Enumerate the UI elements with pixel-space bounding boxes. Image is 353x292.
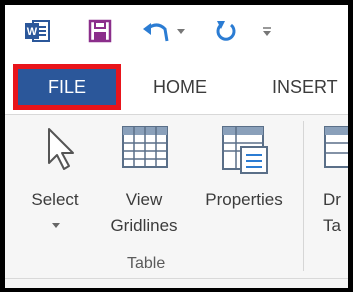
table-label-partial: Ta xyxy=(323,216,341,235)
tab-home[interactable]: HOME xyxy=(153,73,207,101)
properties-label: Properties xyxy=(205,190,283,209)
select-button[interactable]: Select xyxy=(25,115,87,245)
word-window: W FILE HOME INSERT Select View Gridlines… xyxy=(5,5,348,288)
word-icon[interactable]: W xyxy=(25,19,51,43)
cursor-arrow-icon xyxy=(45,125,77,178)
draw-label: Dr xyxy=(323,190,341,209)
ribbon-bottom-border xyxy=(5,278,348,279)
quick-access-toolbar: W xyxy=(5,5,348,55)
undo-icon[interactable] xyxy=(141,19,171,43)
view-gridlines-button[interactable]: View Gridlines xyxy=(101,115,187,245)
draw-table-icon xyxy=(323,125,348,174)
ribbon-panel: Select View Gridlines Properties Dr Ta T… xyxy=(5,114,348,288)
customize-dropdown-icon[interactable] xyxy=(261,19,273,43)
select-dropdown-icon xyxy=(49,215,63,243)
ribbon-tabs: FILE HOME INSERT xyxy=(5,60,348,114)
gridlines-icon xyxy=(121,125,169,174)
gridlines-label: Gridlines xyxy=(110,216,178,235)
tab-insert[interactable]: INSERT xyxy=(272,73,338,101)
group-separator xyxy=(303,121,304,271)
undo-dropdown-icon[interactable] xyxy=(175,19,187,43)
select-label: Select xyxy=(31,190,79,209)
properties-button[interactable]: Properties xyxy=(195,115,293,245)
tab-insert-label: INSERT xyxy=(272,76,338,97)
tab-home-label: HOME xyxy=(153,76,207,97)
table-group-label: Table xyxy=(127,255,166,272)
draw-table-button[interactable]: Dr Ta xyxy=(315,115,348,245)
repeat-icon[interactable] xyxy=(213,19,239,43)
svg-text:W: W xyxy=(27,26,38,38)
table-properties-icon xyxy=(221,125,269,180)
view-label: View xyxy=(125,190,163,209)
tab-file[interactable]: FILE xyxy=(13,64,121,110)
tab-file-label: FILE xyxy=(47,76,86,97)
save-icon[interactable] xyxy=(88,19,112,43)
